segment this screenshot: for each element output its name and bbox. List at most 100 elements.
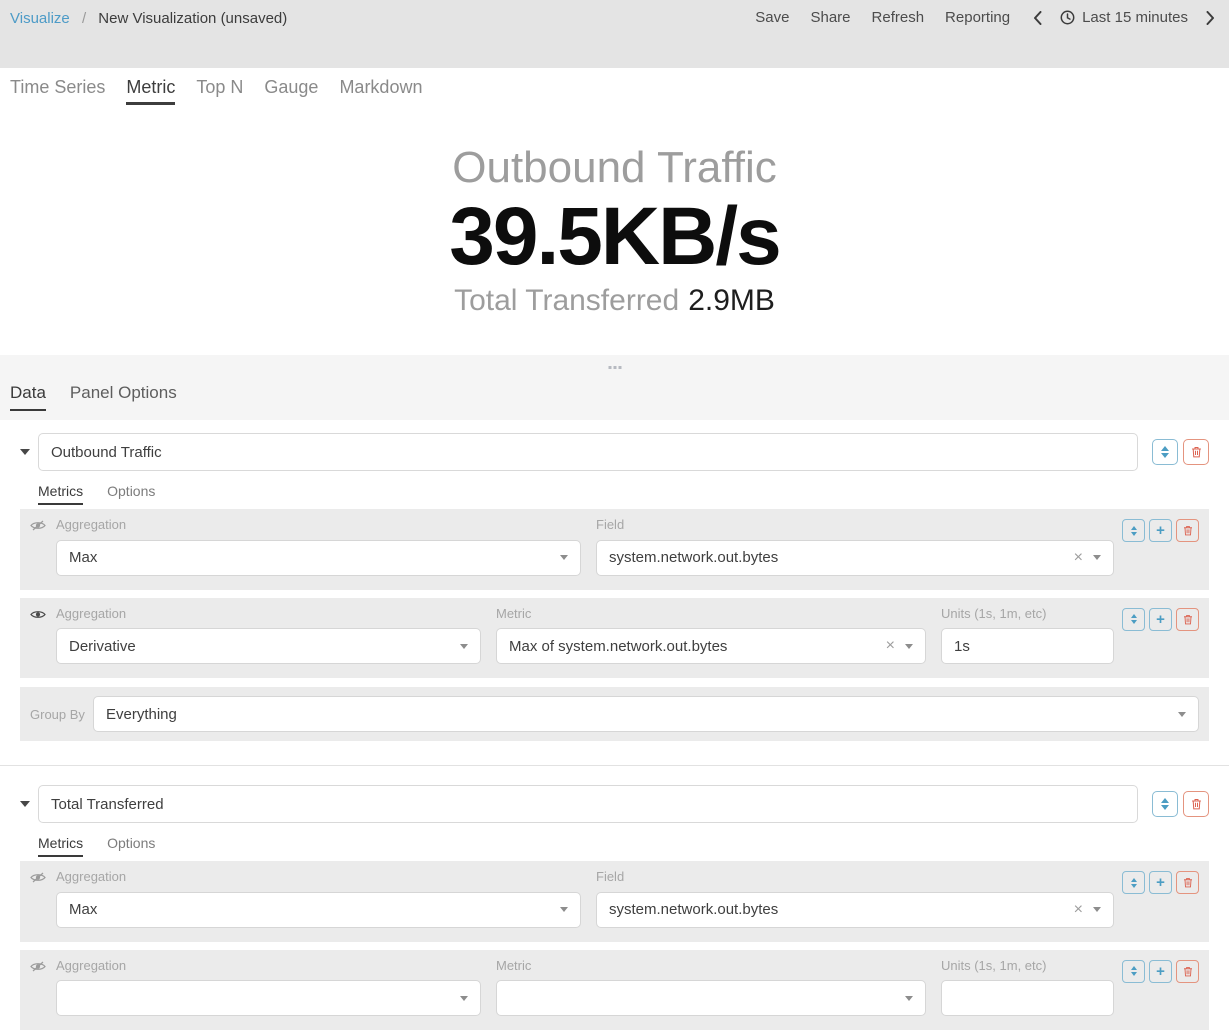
series-total-transferred: Metrics Options Aggregation Max Field sy… bbox=[20, 785, 1209, 1030]
aggregation-select[interactable]: Max bbox=[56, 540, 581, 576]
metric-delete-button[interactable] bbox=[1176, 519, 1199, 542]
units-input[interactable] bbox=[941, 628, 1114, 664]
share-button[interactable]: Share bbox=[810, 9, 850, 26]
plus-icon: + bbox=[1156, 875, 1165, 890]
metric-row-derivative: Aggregation Derivative Metric Max of sys… bbox=[20, 598, 1209, 679]
metric-row-partial: Aggregation Metric Units (1s, 1m, etc) + bbox=[20, 950, 1209, 1030]
top-header: Visualize / New Visualization (unsaved) … bbox=[0, 0, 1229, 68]
metric-delete-button[interactable] bbox=[1176, 871, 1199, 894]
tab-gauge[interactable]: Gauge bbox=[264, 77, 318, 106]
series-delete-button[interactable] bbox=[1183, 791, 1209, 817]
breadcrumb-current-page: New Visualization (unsaved) bbox=[98, 10, 287, 27]
tab-metrics[interactable]: Metrics bbox=[38, 835, 83, 857]
breadcrumb: Visualize / New Visualization (unsaved) bbox=[10, 9, 287, 27]
metric-delete-button[interactable] bbox=[1176, 960, 1199, 983]
reporting-button[interactable]: Reporting bbox=[945, 9, 1010, 26]
refresh-button[interactable]: Refresh bbox=[872, 9, 925, 26]
tab-metrics[interactable]: Metrics bbox=[38, 483, 83, 505]
tab-markdown[interactable]: Markdown bbox=[339, 77, 422, 106]
metric-row-buttons: + bbox=[1122, 517, 1199, 542]
save-button[interactable]: Save bbox=[755, 9, 789, 26]
series-sort-button[interactable] bbox=[1152, 439, 1178, 465]
tab-time-series[interactable]: Time Series bbox=[10, 77, 105, 106]
eye-slash-icon bbox=[30, 869, 56, 928]
metric-combobox[interactable] bbox=[496, 980, 926, 1016]
sort-arrows-icon bbox=[1131, 878, 1137, 888]
aggregation-select[interactable]: Derivative bbox=[56, 628, 481, 664]
tab-options[interactable]: Options bbox=[107, 483, 155, 505]
plus-icon: + bbox=[1156, 523, 1165, 538]
series-label-input[interactable] bbox=[38, 433, 1138, 471]
tab-options[interactable]: Options bbox=[107, 835, 155, 857]
metric-secondary-value: 2.9MB bbox=[688, 284, 775, 317]
resize-handle[interactable] bbox=[605, 363, 624, 372]
chevron-left-icon bbox=[1033, 11, 1042, 25]
trash-icon bbox=[1191, 446, 1202, 458]
group-by-select[interactable]: Everything bbox=[93, 696, 1199, 732]
trash-icon bbox=[1191, 798, 1202, 810]
plus-icon: + bbox=[1156, 964, 1165, 979]
metric-row-max: Aggregation Max Field system.network.out… bbox=[20, 509, 1209, 590]
chevron-down-icon bbox=[560, 555, 568, 560]
series-sort-button[interactable] bbox=[1152, 791, 1178, 817]
tab-panel-options[interactable]: Panel Options bbox=[70, 383, 177, 411]
time-back-button[interactable] bbox=[1033, 11, 1042, 25]
clear-icon[interactable]: × bbox=[1074, 902, 1083, 918]
clear-icon[interactable]: × bbox=[886, 638, 895, 654]
series-delete-button[interactable] bbox=[1183, 439, 1209, 465]
field-combobox[interactable]: system.network.out.bytes× bbox=[596, 892, 1114, 928]
eye-slash-icon bbox=[30, 958, 56, 1017]
time-navigation: Last 15 minutes bbox=[1033, 9, 1215, 26]
aggregation-select[interactable] bbox=[56, 980, 481, 1016]
metric-combobox[interactable]: Max of system.network.out.bytes× bbox=[496, 628, 926, 664]
metric-label: Metric bbox=[496, 958, 926, 974]
chevron-down-icon bbox=[905, 644, 913, 649]
series-label-input[interactable] bbox=[38, 785, 1138, 823]
metric-sort-button[interactable] bbox=[1122, 608, 1145, 631]
trash-icon bbox=[1183, 525, 1193, 536]
aggregation-select[interactable]: Max bbox=[56, 892, 581, 928]
clock-icon bbox=[1060, 10, 1075, 25]
trash-icon bbox=[1183, 877, 1193, 888]
clear-icon[interactable]: × bbox=[1074, 550, 1083, 566]
tab-data[interactable]: Data bbox=[10, 383, 46, 411]
metric-row-buttons: + bbox=[1122, 606, 1199, 631]
editor-header-band: Data Panel Options bbox=[0, 355, 1229, 420]
group-by-row: Group By Everything bbox=[20, 687, 1209, 741]
time-forward-button[interactable] bbox=[1206, 11, 1215, 25]
metric-sort-button[interactable] bbox=[1122, 960, 1145, 983]
metric-add-button[interactable]: + bbox=[1149, 608, 1172, 631]
breadcrumb-visualize-link[interactable]: Visualize bbox=[10, 10, 70, 27]
tab-top-n[interactable]: Top N bbox=[196, 77, 243, 106]
metric-delete-button[interactable] bbox=[1176, 608, 1199, 631]
field-combobox[interactable]: system.network.out.bytes× bbox=[596, 540, 1114, 576]
metric-add-button[interactable]: + bbox=[1149, 519, 1172, 542]
metric-add-button[interactable]: + bbox=[1149, 960, 1172, 983]
series-collapse-toggle[interactable] bbox=[20, 449, 38, 455]
chevron-down-icon bbox=[1178, 712, 1186, 717]
metric-primary-value: 39.5KB/s bbox=[449, 194, 779, 280]
units-input[interactable] bbox=[941, 980, 1114, 1016]
aggregation-label: Aggregation bbox=[56, 869, 581, 885]
aggregation-label: Aggregation bbox=[56, 958, 481, 974]
tab-metric[interactable]: Metric bbox=[126, 77, 175, 106]
series-divider bbox=[0, 765, 1229, 766]
sort-arrows-icon bbox=[1131, 526, 1137, 536]
series-editor: Metrics Options Aggregation Max Field sy… bbox=[0, 420, 1229, 1030]
sort-arrows-icon bbox=[1131, 614, 1137, 624]
chevron-down-icon bbox=[905, 996, 913, 1001]
editor-tabs: Data Panel Options bbox=[10, 383, 177, 411]
series-outbound-traffic: Metrics Options Aggregation Max Field sy… bbox=[20, 433, 1209, 741]
metric-add-button[interactable]: + bbox=[1149, 871, 1172, 894]
series-buttons bbox=[1152, 439, 1209, 465]
series-buttons bbox=[1152, 791, 1209, 817]
metric-sort-button[interactable] bbox=[1122, 871, 1145, 894]
timepicker-button[interactable]: Last 15 minutes bbox=[1060, 9, 1188, 26]
aggregation-label: Aggregation bbox=[56, 606, 481, 622]
metric-title: Outbound Traffic bbox=[452, 143, 777, 194]
plus-icon: + bbox=[1156, 612, 1165, 627]
series-collapse-toggle[interactable] bbox=[20, 801, 38, 807]
metric-sort-button[interactable] bbox=[1122, 519, 1145, 542]
series-sub-tabs: Metrics Options bbox=[38, 483, 1209, 505]
metric-row-buttons: + bbox=[1122, 869, 1199, 894]
